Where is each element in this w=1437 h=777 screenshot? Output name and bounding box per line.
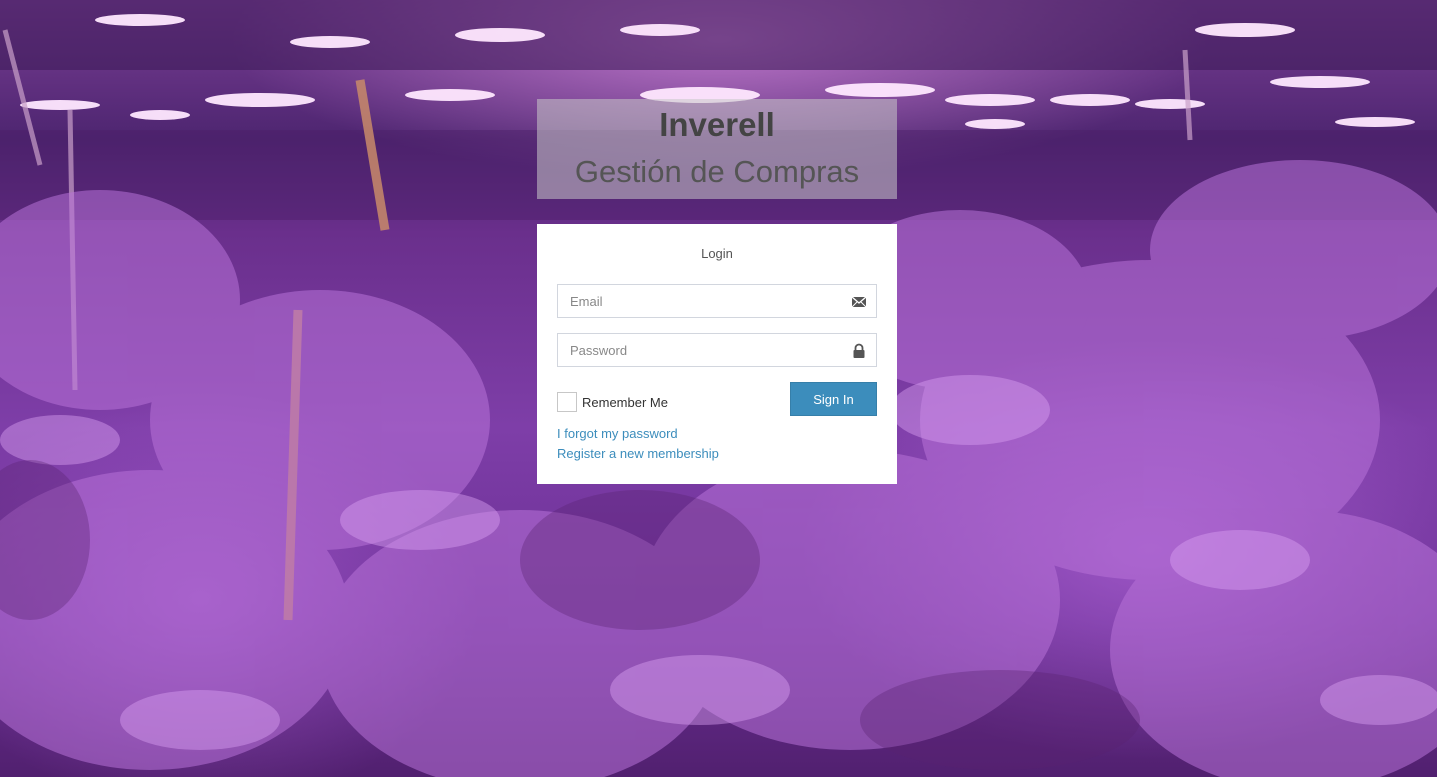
remember-me: Remember Me <box>557 391 668 413</box>
brand-header: Inverell Gestión de Compras <box>537 99 897 199</box>
email-field-group <box>557 284 877 318</box>
remember-me-checkbox[interactable] <box>557 392 577 412</box>
sign-in-button[interactable]: Sign In <box>790 382 877 416</box>
login-box: Login Remember Me Sign In I forgot my pa… <box>537 224 897 484</box>
envelope-icon <box>851 296 867 308</box>
password-input[interactable] <box>558 334 862 366</box>
lock-icon <box>853 343 865 358</box>
register-membership-link[interactable]: Register a new membership <box>557 446 719 461</box>
login-box-message: Login <box>701 246 733 261</box>
brand-title: Inverell <box>659 106 775 143</box>
email-input[interactable] <box>558 285 862 317</box>
password-field-group <box>557 333 877 367</box>
brand-subtitle: Gestión de Compras <box>574 154 860 189</box>
forgot-password-link[interactable]: I forgot my password <box>557 426 678 441</box>
remember-me-label[interactable]: Remember Me <box>582 395 668 410</box>
